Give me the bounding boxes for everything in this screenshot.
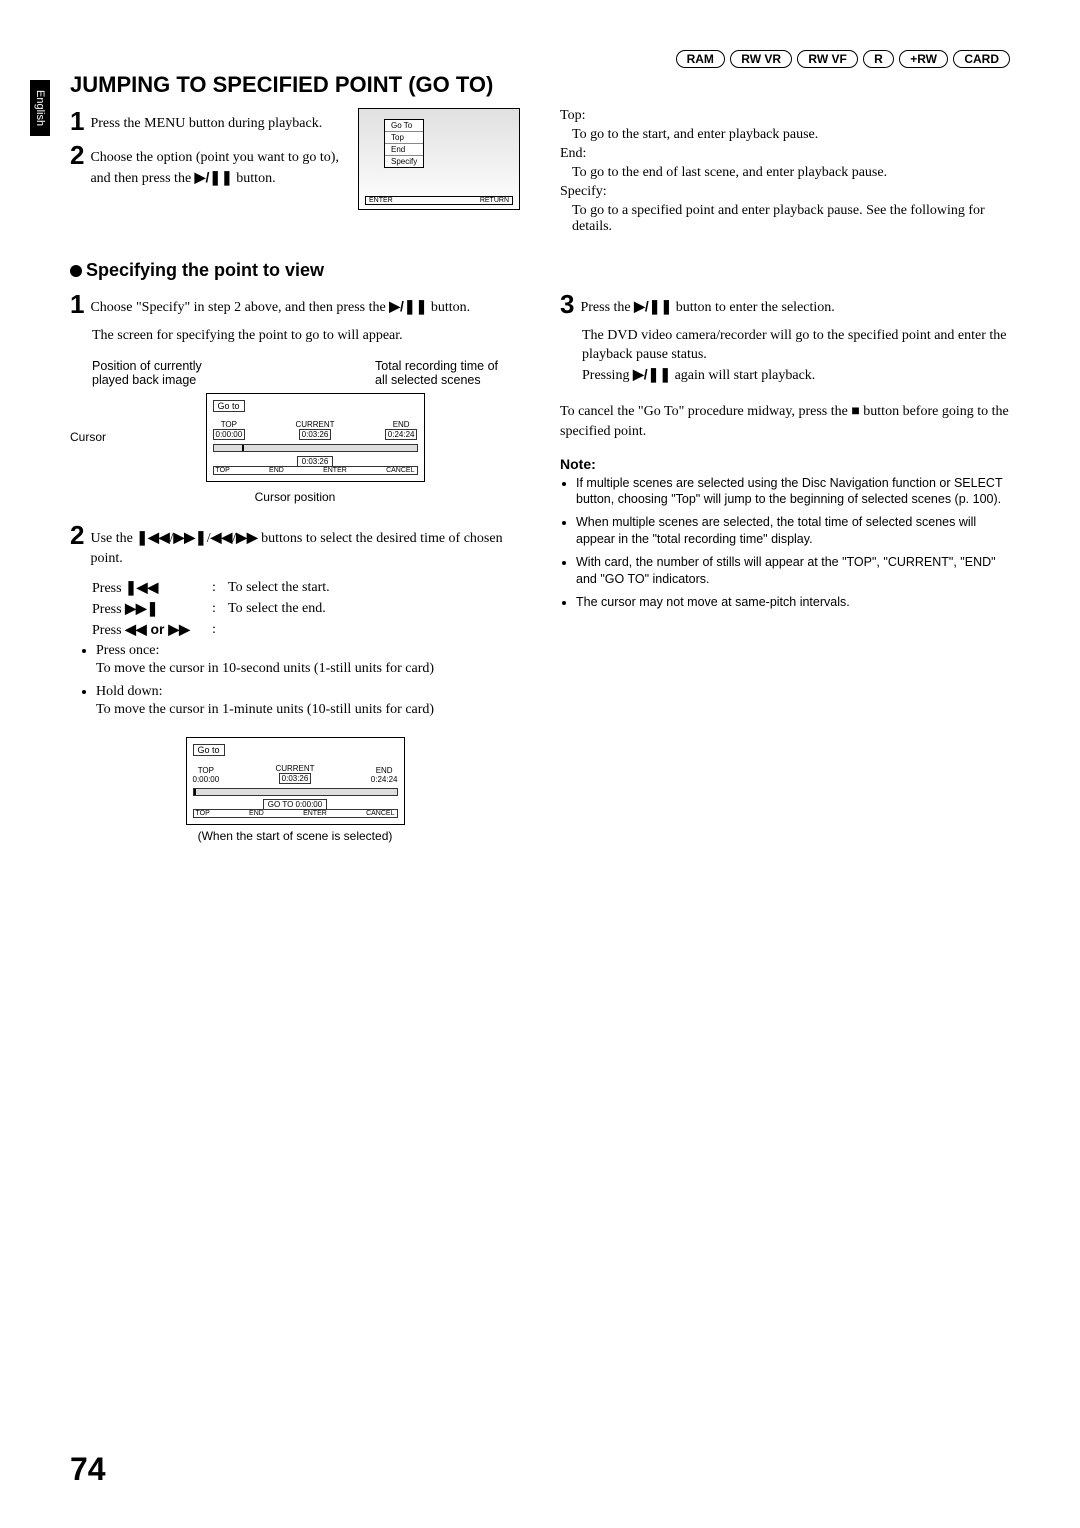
note-item-3: With card, the number of stills will app… [576,554,1010,588]
badge-rwvf: RW VF [797,50,857,68]
spec-step-3-para3: Pressing ▶/❚❚ again will start playback. [560,365,1010,386]
footer-enter: ENTER [369,197,393,204]
press-rw-ff-label: Press ◀◀ or ▶▶ [92,620,212,641]
menu-title: Go To [385,120,423,132]
playpause-icon: ▶/❚❚ [634,298,672,314]
goto-menu-diagram: Go To Top End Specify ENTER RETURN [358,108,520,210]
spec-step-number-2: 2 [70,522,84,548]
spec-step-1-para2: The screen for specifying the point to g… [70,326,520,346]
menu-item-specify: Specify [385,156,423,167]
note-item-1: If multiple scenes are selected using th… [576,475,1010,509]
definition-specify-body: To go to a specified point and enter pla… [560,203,1010,235]
badge-rwvr: RW VR [730,50,792,68]
definition-specify-label: Specify: [560,184,1010,200]
step-number-1: 1 [70,108,84,134]
definition-top-label: Top: [560,108,1010,124]
step-number-2: 2 [70,142,84,168]
playpause-icon: ▶/❚❚ [195,169,233,185]
rewind-icon: ◀◀ [211,529,233,545]
definition-top-body: To go to the start, and enter playback p… [560,127,1010,143]
menu-item-top: Top [385,132,423,144]
press-next-label: Press ▶▶❚ [92,599,212,620]
note-item-4: The cursor may not move at same-pitch in… [576,594,1010,611]
prev-icon: ❚◀◀ [136,529,169,545]
spec-step-1-text: Choose "Specify" in step 2 above, and th… [90,291,520,318]
press-prev-label: Press ❚◀◀ [92,578,212,599]
badge-card: CARD [953,50,1010,68]
diagram2-caption: (When the start of scene is selected) [70,829,520,843]
definition-end-label: End: [560,146,1010,162]
note-heading: Note: [560,456,1010,472]
spec-step-3-text: Press the ▶/❚❚ button to enter the selec… [580,291,1010,318]
goto-specify-diagram-2: Go to TOP0:00:00 CURRENT0:03:26 END0:24:… [186,737,405,825]
cancel-instruction: To cancel the "Go To" procedure midway, … [560,401,1010,441]
goto-specify-diagram: Go to TOP0:00:00 CURRENT0:03:26 END0:24:… [206,393,425,482]
note-item-2: When multiple scenes are selected, the t… [576,514,1010,548]
label-total-recording: Total recording time of all selected sce… [375,359,498,387]
page-heading: JUMPING TO SPECIFIED POINT (GO TO) [70,72,1010,98]
bullet-hold-down: Hold down: To move the cursor in 1-minut… [96,683,520,719]
step-1-text: Press the MENU button during playback. [90,108,350,134]
step-2-text: Choose the option (point you want to go … [90,142,350,188]
badge-r: R [863,50,894,68]
bullet-press-once: Press once: To move the cursor in 10-sec… [96,642,520,678]
badge-ram: RAM [676,50,725,68]
playpause-icon: ▶/❚❚ [633,366,671,382]
footer-return: RETURN [480,197,509,204]
spec-step-number-1: 1 [70,291,84,317]
sub-heading: Specifying the point to view [70,260,1010,281]
badge-plusrw: +RW [899,50,948,68]
page-number: 74 [70,1451,106,1488]
press-prev-value: To select the start. [228,578,330,599]
press-next-value: To select the end. [228,599,326,620]
spec-step-3-para2: The DVD video camera/recorder will go to… [560,326,1010,365]
playpause-icon: ▶/❚❚ [389,298,427,314]
diagram-title: Go to [213,400,245,412]
media-badges: RAM RW VR RW VF R +RW CARD [70,50,1010,68]
label-position-currently: Position of currently played back image [92,359,202,387]
definition-end-body: To go to the end of last scene, and ente… [560,165,1010,181]
spec-step-number-3: 3 [560,291,574,317]
spec-step-2-text: Use the ❚◀◀/▶▶❚/◀◀/▶▶ buttons to select … [90,522,520,568]
fastforward-icon: ▶▶ [236,529,258,545]
label-cursor: Cursor [70,430,106,444]
label-cursor-position: Cursor position [70,490,520,504]
next-icon: ▶▶❚ [174,529,207,545]
stop-icon: ■ [851,402,859,418]
menu-item-end: End [385,144,423,156]
